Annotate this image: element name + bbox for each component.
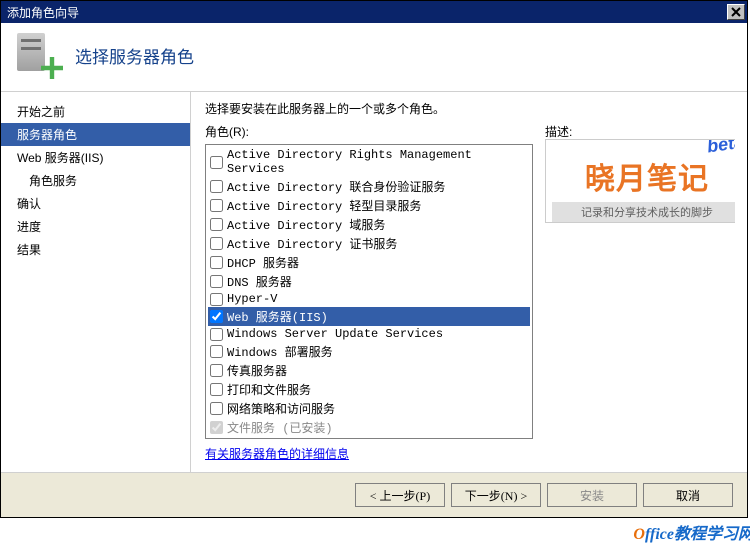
role-item-8[interactable]: Web 服务器(IIS) — [208, 307, 530, 326]
sidebar-item-4[interactable]: 确认 — [1, 192, 190, 215]
sidebar-item-6[interactable]: 结果 — [1, 238, 190, 261]
role-item-6[interactable]: DNS 服务器 — [208, 272, 530, 291]
role-checkbox-10[interactable] — [210, 345, 223, 358]
role-checkbox-4[interactable] — [210, 237, 223, 250]
role-label-15: 应用程序服务器 — [227, 438, 311, 439]
role-checkbox-14 — [210, 421, 223, 434]
next-button[interactable]: 下一步(N) > — [451, 483, 541, 507]
role-checkbox-12[interactable] — [210, 383, 223, 396]
role-label-0: Active Directory Rights Management Servi… — [227, 148, 528, 176]
server-role-icon — [17, 33, 61, 77]
role-label-4: Active Directory 证书服务 — [227, 235, 397, 252]
watermark: Office教程学习网 — [633, 520, 750, 544]
logo-overlay: beta 晓月笔记 记录和分享技术成长的脚步 — [545, 139, 735, 223]
role-label-12: 打印和文件服务 — [227, 381, 311, 398]
role-checkbox-3[interactable] — [210, 218, 223, 231]
sidebar-item-3[interactable]: 角色服务 — [1, 169, 190, 192]
watermark-o: O — [633, 526, 645, 543]
role-label-8: Web 服务器(IIS) — [227, 308, 328, 325]
previous-button[interactable]: < 上一步(P) — [355, 483, 445, 507]
page-title: 选择服务器角色 — [75, 43, 194, 68]
role-label-5: DHCP 服务器 — [227, 254, 299, 271]
role-label-10: Windows 部署服务 — [227, 343, 333, 360]
logo-sub: 记录和分享技术成长的脚步 — [552, 202, 735, 222]
role-label-1: Active Directory 联合身份验证服务 — [227, 178, 445, 195]
role-item-13[interactable]: 网络策略和访问服务 — [208, 399, 530, 418]
role-label-6: DNS 服务器 — [227, 273, 292, 290]
role-label-13: 网络策略和访问服务 — [227, 400, 335, 417]
role-item-1[interactable]: Active Directory 联合身份验证服务 — [208, 177, 530, 196]
watermark-text: ffice教程学习网 — [645, 526, 750, 543]
role-item-2[interactable]: Active Directory 轻型目录服务 — [208, 196, 530, 215]
sidebar-item-5[interactable]: 进度 — [1, 215, 190, 238]
wizard-window: 添加角色向导 选择服务器角色 开始之前服务器角色Web 服务器(IIS)角色服务… — [0, 0, 748, 518]
sidebar-item-1[interactable]: 服务器角色 — [1, 123, 190, 146]
description-label: 描述: — [545, 123, 735, 140]
main-panel: 选择要安装在此服务器上的一个或多个角色。 角色(R): Active Direc… — [191, 92, 747, 472]
close-icon — [731, 7, 741, 17]
role-label-9: Windows Server Update Services — [227, 327, 443, 341]
role-checkbox-7[interactable] — [210, 293, 223, 306]
logo-main: 晓月笔记 — [552, 154, 735, 198]
role-item-14: 文件服务 (已安装) — [208, 418, 530, 437]
roles-label: 角色(R): — [205, 123, 533, 140]
close-button[interactable] — [727, 4, 745, 20]
wizard-footer: < 上一步(P) 下一步(N) > 安装 取消 — [1, 472, 747, 517]
install-button: 安装 — [547, 483, 637, 507]
cancel-button[interactable]: 取消 — [643, 483, 733, 507]
role-item-9[interactable]: Windows Server Update Services — [208, 326, 530, 342]
sidebar-item-2[interactable]: Web 服务器(IIS) — [1, 146, 190, 169]
role-item-3[interactable]: Active Directory 域服务 — [208, 215, 530, 234]
role-label-3: Active Directory 域服务 — [227, 216, 385, 233]
role-label-7: Hyper-V — [227, 292, 277, 306]
columns: 角色(R): Active Directory Rights Managemen… — [205, 123, 735, 468]
titlebar: 添加角色向导 — [1, 1, 747, 23]
role-item-7[interactable]: Hyper-V — [208, 291, 530, 307]
role-item-10[interactable]: Windows 部署服务 — [208, 342, 530, 361]
description-column: 描述: Web 服务器(IIS)提供可靠、可管理 beta 晓月笔记 记录和分享… — [545, 123, 735, 468]
role-item-11[interactable]: 传真服务器 — [208, 361, 530, 380]
role-checkbox-13[interactable] — [210, 402, 223, 415]
instruction-text: 选择要安装在此服务器上的一个或多个角色。 — [205, 100, 735, 117]
more-info-link[interactable]: 有关服务器角色的详细信息 — [205, 445, 533, 468]
role-checkbox-0[interactable] — [210, 156, 223, 169]
role-checkbox-1[interactable] — [210, 180, 223, 193]
sidebar-item-0[interactable]: 开始之前 — [1, 100, 190, 123]
role-checkbox-11[interactable] — [210, 364, 223, 377]
role-checkbox-5[interactable] — [210, 256, 223, 269]
role-item-5[interactable]: DHCP 服务器 — [208, 253, 530, 272]
role-item-12[interactable]: 打印和文件服务 — [208, 380, 530, 399]
role-item-15[interactable]: 应用程序服务器 — [208, 437, 530, 439]
role-checkbox-9[interactable] — [210, 328, 223, 341]
role-label-2: Active Directory 轻型目录服务 — [227, 197, 421, 214]
role-label-14: 文件服务 (已安装) — [227, 419, 333, 436]
role-checkbox-6[interactable] — [210, 275, 223, 288]
role-checkbox-2[interactable] — [210, 199, 223, 212]
wizard-header: 选择服务器角色 — [1, 23, 747, 92]
role-checkbox-8[interactable] — [210, 310, 223, 323]
role-item-0[interactable]: Active Directory Rights Management Servi… — [208, 147, 530, 177]
role-item-4[interactable]: Active Directory 证书服务 — [208, 234, 530, 253]
roles-column: 角色(R): Active Directory Rights Managemen… — [205, 123, 533, 468]
roles-listbox[interactable]: Active Directory Rights Management Servi… — [205, 144, 533, 439]
window-title: 添加角色向导 — [7, 4, 79, 21]
sidebar: 开始之前服务器角色Web 服务器(IIS)角色服务确认进度结果 — [1, 92, 191, 472]
role-label-11: 传真服务器 — [227, 362, 287, 379]
wizard-body: 开始之前服务器角色Web 服务器(IIS)角色服务确认进度结果 选择要安装在此服… — [1, 92, 747, 472]
